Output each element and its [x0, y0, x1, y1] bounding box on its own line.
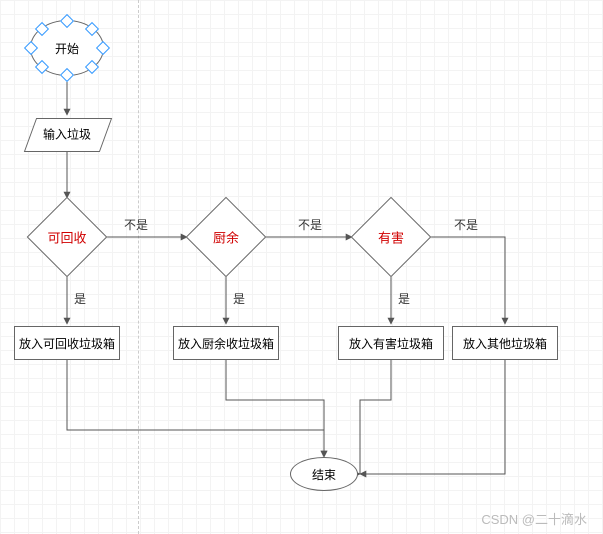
- box-other-label: 放入其他垃圾箱: [463, 335, 547, 352]
- edge-yes-2: 是: [233, 290, 245, 307]
- decision-recyclable[interactable]: 可回收: [28, 198, 106, 276]
- decision-hazardous[interactable]: 有害: [352, 198, 430, 276]
- input-label: 输入垃圾: [43, 126, 91, 143]
- decision-hazardous-label: 有害: [378, 228, 404, 247]
- box-kitchen-bin[interactable]: 放入厨余收垃圾箱: [173, 326, 279, 360]
- start-label: 开始: [55, 40, 79, 57]
- box-recyclable-bin[interactable]: 放入可回收垃圾箱: [14, 326, 120, 360]
- canvas-divider: [138, 0, 139, 534]
- edge-no-2: 不是: [298, 216, 322, 233]
- decision-kitchen[interactable]: 厨余: [187, 198, 265, 276]
- watermark: CSDN @二十滴水: [481, 509, 587, 528]
- edge-yes-3: 是: [398, 290, 410, 307]
- box-kitchen-label: 放入厨余收垃圾箱: [178, 335, 274, 352]
- edge-no-3: 不是: [454, 216, 478, 233]
- end-label: 结束: [312, 466, 336, 483]
- end-node[interactable]: 结束: [290, 457, 358, 491]
- edge-yes-1: 是: [74, 290, 86, 307]
- box-hazardous-bin[interactable]: 放入有害垃圾箱: [338, 326, 444, 360]
- input-node[interactable]: 输入垃圾: [26, 118, 108, 150]
- start-node[interactable]: 开始: [30, 20, 104, 76]
- decision-kitchen-label: 厨余: [213, 228, 239, 247]
- box-recyclable-label: 放入可回收垃圾箱: [19, 335, 115, 352]
- box-other-bin[interactable]: 放入其他垃圾箱: [452, 326, 558, 360]
- edge-no-1: 不是: [124, 216, 148, 233]
- decision-recyclable-label: 可回收: [47, 228, 86, 247]
- box-hazardous-label: 放入有害垃圾箱: [349, 335, 433, 352]
